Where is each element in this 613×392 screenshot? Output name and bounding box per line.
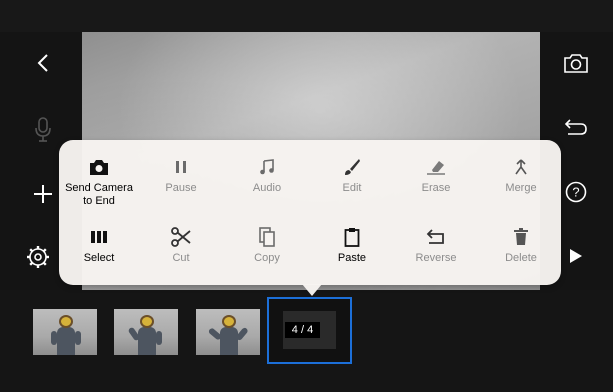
frame-counter: 4 / 4 — [285, 322, 320, 338]
reverse-button[interactable]: Reverse — [396, 226, 476, 284]
menu-item-label: Copy — [254, 252, 280, 264]
timeline-frame[interactable] — [114, 309, 178, 355]
cut-button[interactable]: Cut — [141, 226, 221, 284]
timeline-frame[interactable] — [33, 309, 97, 355]
send-camera-to-end-button[interactable]: Send Camera to End — [59, 156, 139, 214]
camera-icon — [90, 160, 108, 175]
menu-item-label: Cut — [172, 252, 190, 264]
pause-icon — [176, 161, 186, 173]
delete-button[interactable]: Delete — [481, 226, 561, 284]
audio-button[interactable]: Audio — [227, 156, 307, 214]
menu-item-label: Reverse — [415, 252, 457, 264]
brush-icon — [345, 159, 360, 175]
popup-pointer — [302, 284, 322, 296]
person-figure — [127, 315, 162, 355]
plus-icon[interactable] — [28, 179, 58, 209]
frame-action-menu: Send Camera to End Pause Audio Edit Eras… — [59, 140, 561, 285]
eraser-icon — [427, 161, 445, 175]
svg-text:?: ? — [572, 185, 579, 200]
microphone-icon[interactable] — [28, 115, 58, 145]
menu-item-label: Paste — [337, 252, 367, 264]
timeline-frame[interactable] — [196, 309, 260, 355]
scissors-icon — [171, 227, 191, 247]
menu-item-label: Select — [83, 252, 115, 264]
selected-timeline-frame[interactable]: 4 / 4 — [267, 297, 352, 364]
erase-button[interactable]: Erase — [396, 156, 476, 214]
settings-gear-icon[interactable] — [23, 242, 53, 272]
person-figure — [51, 315, 81, 355]
help-icon[interactable]: ? — [561, 177, 591, 207]
menu-item-label: Delete — [505, 252, 537, 264]
undo-icon[interactable] — [561, 112, 591, 142]
person-figure — [207, 315, 249, 355]
merge-button[interactable]: Merge — [481, 156, 561, 214]
copy-icon — [259, 227, 275, 247]
trash-icon — [514, 228, 528, 245]
menu-item-label: Audio — [252, 182, 282, 194]
merge-icon — [515, 159, 527, 175]
menu-item-label: Edit — [342, 182, 362, 194]
menu-item-label: Erase — [421, 182, 451, 194]
menu-item-label: Merge — [505, 182, 537, 194]
menu-item-label: Send Camera to End — [65, 182, 133, 207]
reverse-icon — [426, 229, 444, 244]
music-note-icon — [260, 159, 274, 175]
edit-button[interactable]: Edit — [312, 156, 392, 214]
top-bar — [0, 0, 613, 32]
select-button[interactable]: Select — [59, 226, 139, 284]
select-columns-icon — [91, 231, 107, 243]
pause-button[interactable]: Pause — [141, 156, 221, 214]
play-icon[interactable] — [561, 241, 591, 271]
menu-item-label: Pause — [165, 182, 197, 194]
clipboard-icon — [344, 228, 360, 247]
paste-button[interactable]: Paste — [312, 226, 392, 284]
camera-switch-icon[interactable] — [561, 48, 591, 78]
copy-button[interactable]: Copy — [227, 226, 307, 284]
back-chevron-icon[interactable] — [28, 48, 58, 78]
